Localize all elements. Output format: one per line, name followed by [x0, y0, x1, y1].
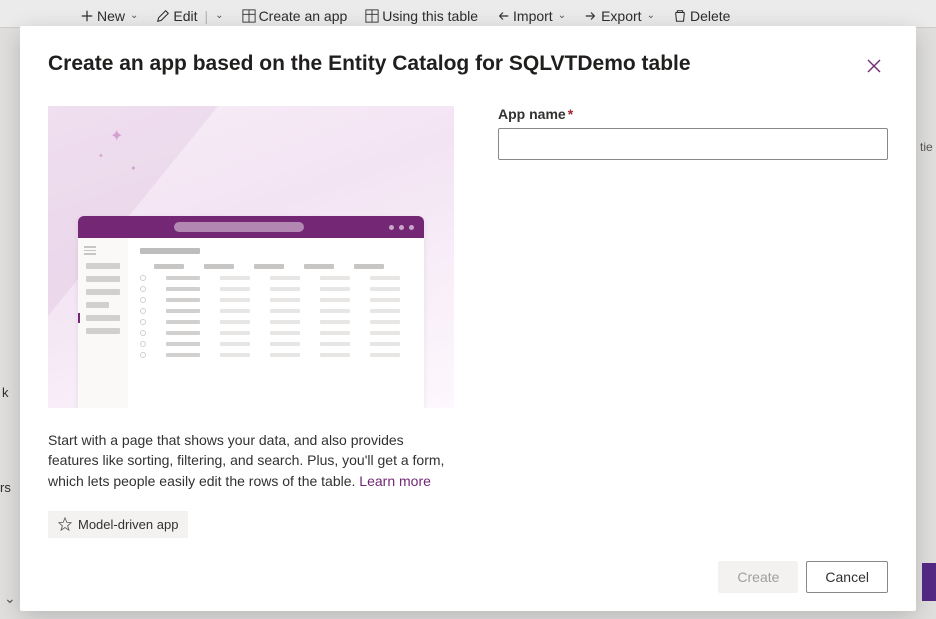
learn-more-link[interactable]: Learn more [359, 473, 431, 489]
model-driven-icon [58, 517, 72, 531]
mini-app-preview [78, 216, 424, 408]
create-button[interactable]: Create [718, 561, 798, 593]
modal-header: Create an app based on the Entity Catalo… [48, 52, 888, 80]
cancel-button[interactable]: Cancel [806, 561, 888, 593]
app-type-tag: Model-driven app [48, 511, 188, 538]
app-type-label: Model-driven app [78, 517, 178, 532]
close-icon [867, 59, 881, 73]
app-illustration: ✦ ✦ ✦ [48, 106, 454, 408]
modal-title: Create an app based on the Entity Catalo… [48, 52, 691, 76]
modal-body: ✦ ✦ ✦ [48, 106, 888, 549]
app-name-input[interactable] [498, 128, 888, 160]
modal-description: Start with a page that shows your data, … [48, 430, 454, 491]
create-app-modal: Create an app based on the Entity Catalo… [20, 26, 916, 611]
close-button[interactable] [860, 52, 888, 80]
modal-left-column: ✦ ✦ ✦ [48, 106, 454, 549]
modal-right-column: App name* [498, 106, 888, 549]
modal-footer: Create Cancel [48, 549, 888, 593]
app-name-label: App name* [498, 106, 888, 122]
